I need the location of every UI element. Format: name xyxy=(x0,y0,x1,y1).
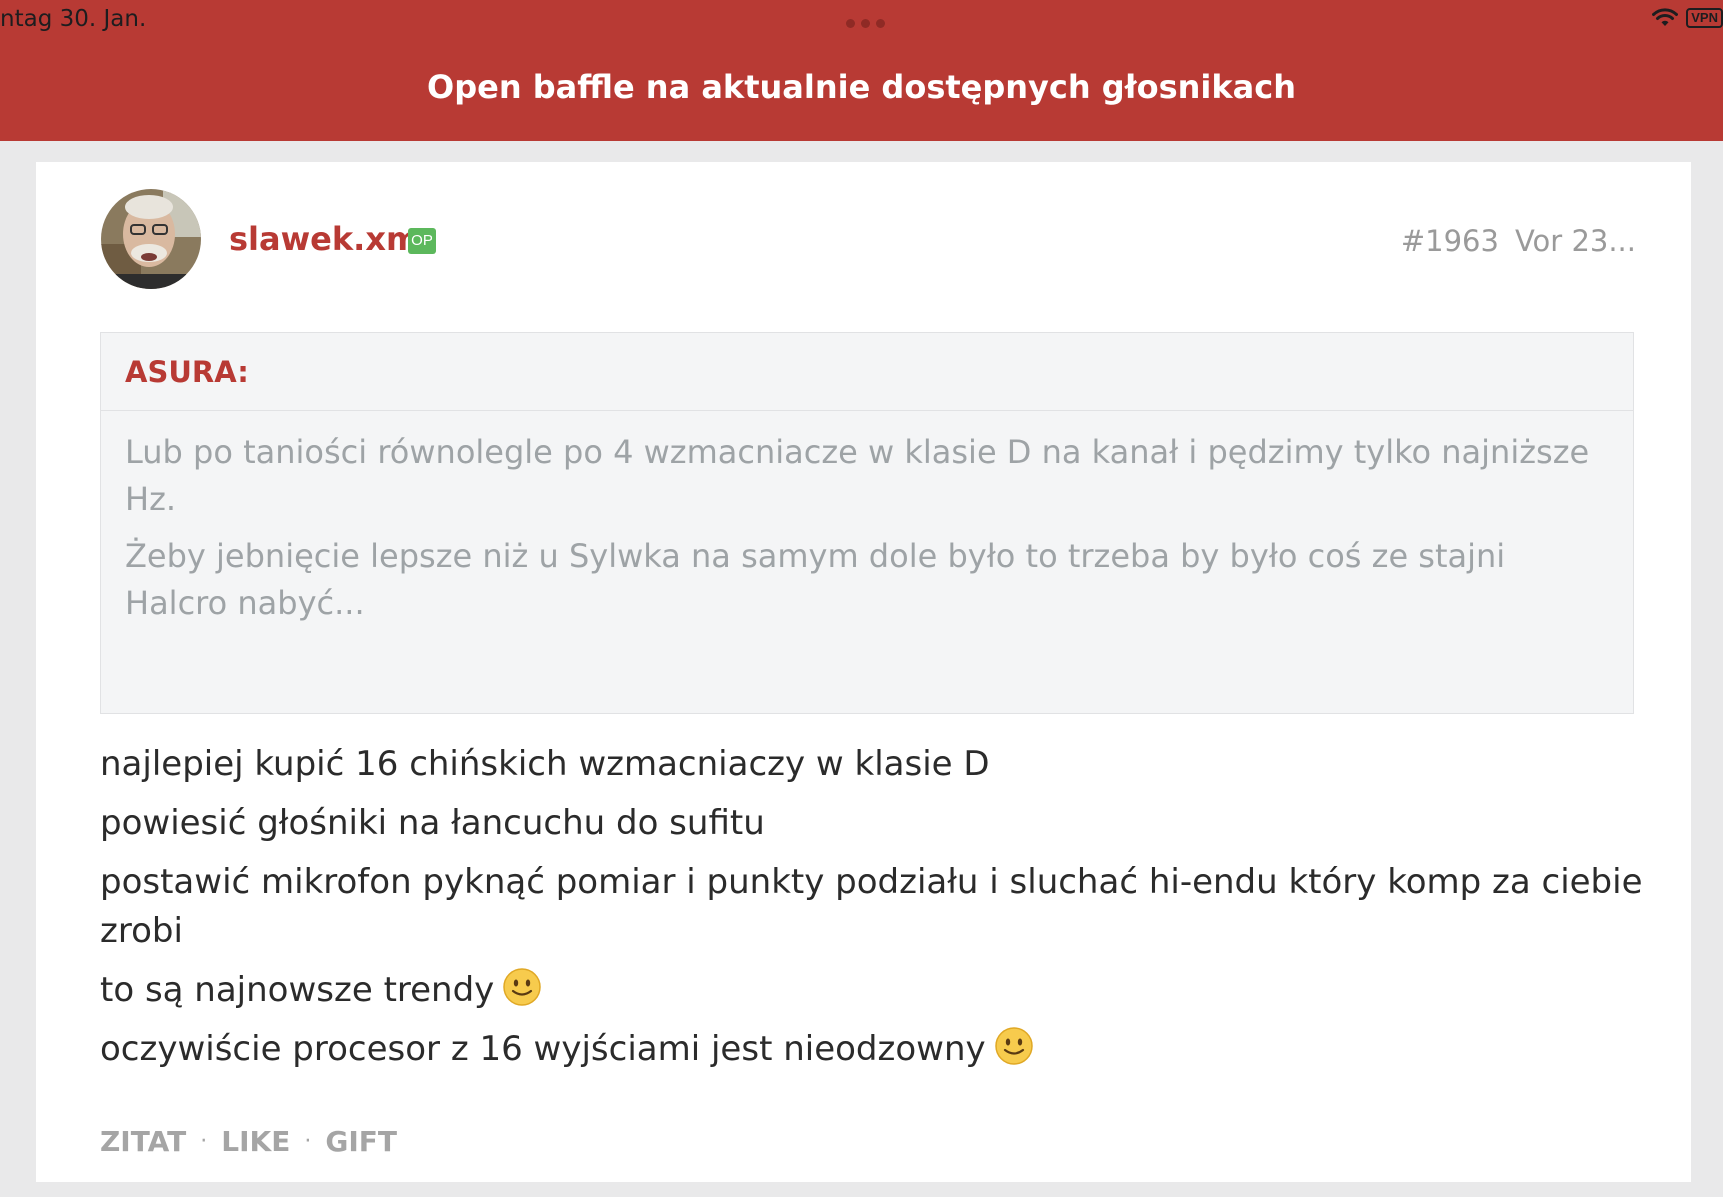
username-link[interactable]: slawek.xm xyxy=(229,220,419,258)
action-separator: · xyxy=(200,1129,208,1154)
gift-button[interactable]: GIFT xyxy=(325,1125,397,1158)
quote-line: Żeby jebnięcie lepsze niż u Sylwka na sa… xyxy=(125,537,1506,622)
post-line-text: oczywiście procesor z 16 wyjściami jest … xyxy=(100,1029,986,1069)
dot xyxy=(861,19,870,28)
post-body: najlepiej kupić 16 chińskich wzmacniaczy… xyxy=(100,740,1660,1084)
action-separator: · xyxy=(304,1129,312,1154)
post-line-text: to są najnowsze trendy xyxy=(100,970,495,1010)
status-bar-date: ntag 30. Jan. xyxy=(0,6,147,32)
app-header: ntag 30. Jan. VPN Open baffle na aktualn… xyxy=(0,0,1723,141)
dot xyxy=(876,19,885,28)
page-title: Open baffle na aktualnie dostępnych głos… xyxy=(427,68,1296,106)
post-card: slawek.xm OP #1963 Vor 23... ASURA: Lub p… xyxy=(36,162,1691,1182)
avatar-image xyxy=(101,189,201,289)
quote-line: Lub po taniości równolegle po 4 wzmacnia… xyxy=(125,433,1590,518)
post-line: postawić mikrofon pyknąć pomiar i punkty… xyxy=(100,862,1643,951)
vpn-indicator: VPN xyxy=(1686,8,1723,28)
like-button[interactable]: LIKE xyxy=(221,1125,290,1158)
post-line: oczywiście procesor z 16 wyjściami jest … xyxy=(100,1025,1660,1074)
wifi-icon xyxy=(1652,8,1679,26)
quote-body: Lub po taniości równolegle po 4 wzmacnia… xyxy=(101,411,1633,627)
post-line: to są najnowsze trendy xyxy=(100,966,1660,1015)
smiley-icon xyxy=(994,1027,1033,1065)
post-actions: ZITAT · LIKE · GIFT xyxy=(100,1125,397,1158)
post-number[interactable]: #1963 xyxy=(1401,224,1499,258)
post-line: najlepiej kupić 16 chińskich wzmacniaczy… xyxy=(100,744,990,784)
post-meta: #1963 Vor 23... xyxy=(1401,224,1636,258)
quote-block: ASURA: Lub po taniości równolegle po 4 w… xyxy=(100,332,1634,714)
post-line: powiesić głośniki na łancuchu do sufitu xyxy=(100,803,765,843)
avatar[interactable] xyxy=(101,189,201,289)
multitasking-dots[interactable] xyxy=(846,19,885,28)
dot xyxy=(846,19,855,28)
op-badge: OP xyxy=(408,228,436,254)
status-bar-right: VPN xyxy=(1652,8,1723,28)
quote-author[interactable]: ASURA: xyxy=(101,333,1633,411)
quote-button[interactable]: ZITAT xyxy=(100,1125,186,1158)
smiley-icon xyxy=(503,968,542,1006)
post-time: Vor 23... xyxy=(1514,224,1636,258)
